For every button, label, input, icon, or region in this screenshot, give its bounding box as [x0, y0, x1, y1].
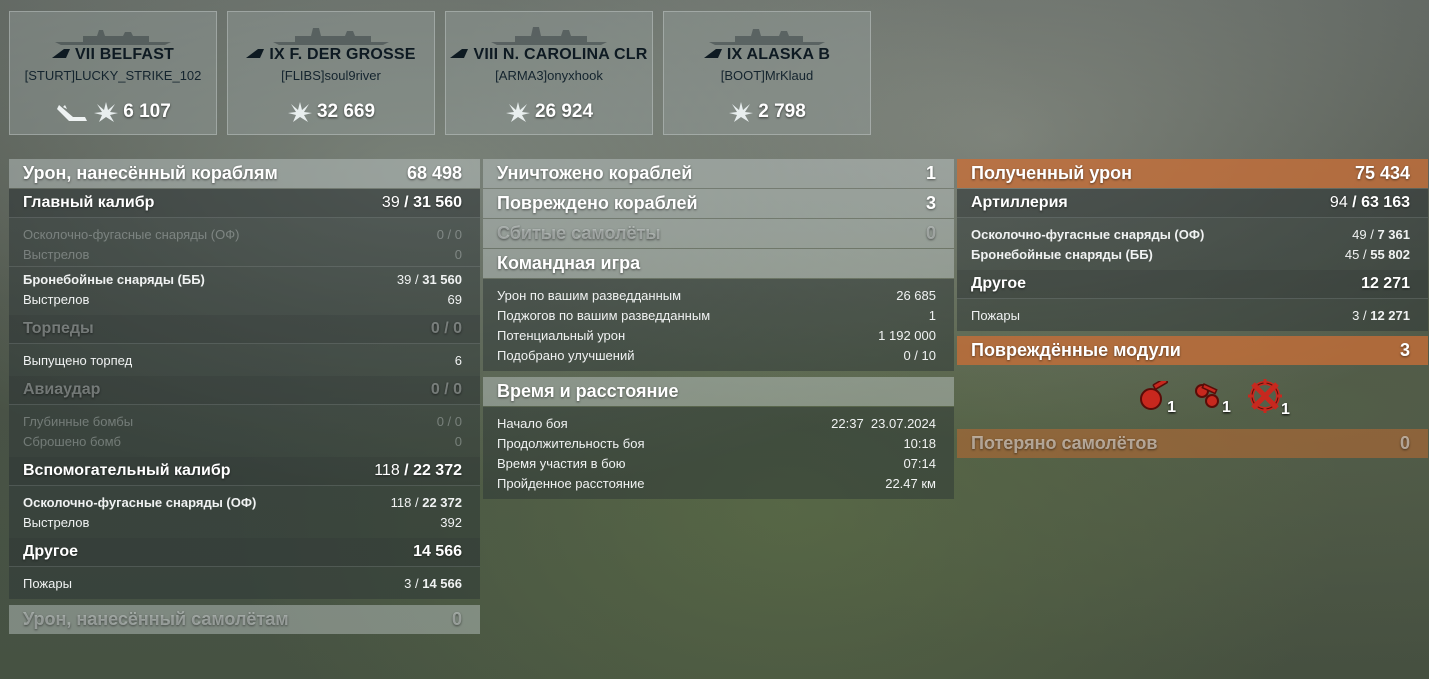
airstrike-details: Глубинные бомбы 0 / 0 Сброшено бомб 0: [9, 405, 480, 457]
torpedo-ribbon-icon: [57, 105, 88, 121]
damage-explosion-icon: [94, 102, 119, 122]
other-damage-row: Другое 14 566: [9, 538, 480, 567]
damage-value: 2 798: [758, 101, 806, 122]
received-other-details: Пожары 3 / 12 271: [957, 299, 1428, 331]
damage-received-panel: Полученный урон 75 434 Артиллерия 94 / 63…: [957, 159, 1428, 459]
ship-card[interactable]: IX F. DER GROSSE [FLIBS]soul9river 32 66…: [227, 11, 435, 135]
ap-shells-row: Бронебойные снаряды (ББ) 39 / 31 560: [23, 271, 462, 287]
damage-explosion-icon: [287, 102, 312, 122]
fires-row: Пожары 3 / 14 566: [23, 575, 462, 591]
cruiser-class-icon: [703, 49, 722, 58]
ship-name: VII BELFAST: [10, 46, 216, 64]
received-other-row: Другое 12 271: [957, 270, 1428, 299]
secondary-battery-row: Вспомогательный калибр 118 / 22 372: [9, 457, 480, 486]
received-fires-row: Пожары 3 / 12 271: [971, 307, 1410, 323]
damaged-modules-header: Повреждённые модули 3: [957, 336, 1428, 365]
participation-time-row: Время участия в бою 07:14: [497, 455, 936, 471]
player-name: [BOOT]MrKlaud: [720, 68, 814, 83]
steering-gear-module-icon: [1247, 379, 1282, 413]
other-details: Пожары 3 / 14 566: [9, 567, 480, 599]
ship-silhouette-icon: [709, 29, 825, 45]
torpedoes-row: Торпеды 0 / 0: [9, 315, 480, 344]
cruiser-class-icon: [51, 49, 70, 58]
ships-damaged-row: Повреждено кораблей 3: [483, 189, 954, 218]
secondary-he-row: Осколочно-фугасные снаряды (ОФ) 118 / 22…: [23, 494, 462, 510]
damaged-modules-list: 1 1 1: [957, 366, 1428, 426]
ships-destroyed-row: Уничтожено кораблей 1: [483, 159, 954, 188]
ship-name: VIII N. CAROLINA CLR: [446, 46, 652, 64]
turret-module-icon: [1140, 381, 1169, 410]
airstrike-row: Авиаудар 0 / 0: [9, 376, 480, 405]
battleship-class-icon: [246, 49, 265, 58]
ship-silhouette-icon: [55, 30, 171, 45]
ship-silhouette-icon: [273, 28, 389, 45]
battle-summary-panel: Уничтожено кораблей 1 Повреждено кораблей…: [483, 159, 954, 499]
module-item[interactable]: 1: [1190, 381, 1231, 416]
damage-dealt-panel: Урон, нанесённый кораблям 68 498 Главный…: [9, 159, 480, 635]
torpedoes-details: Выпущено торпед 6: [9, 344, 480, 376]
main-battery-row: Главный калибр 39 / 31 560: [9, 189, 480, 218]
ship-cards: VII BELFAST [STURT]LUCKY_STRIKE_102 6 10…: [9, 11, 871, 135]
player-name: [STURT]LUCKY_STRIKE_102: [24, 68, 202, 83]
bombs-dropped-row: Сброшено бомб 0: [23, 433, 462, 449]
team-play-header: Командная игра: [483, 249, 954, 278]
planes-shot-down-row: Сбитые самолёты 0: [483, 219, 954, 248]
depth-charges-row: Глубинные бомбы 0 / 0: [23, 413, 462, 429]
damage-value: 32 669: [316, 101, 376, 122]
module-item[interactable]: 1: [1135, 381, 1176, 416]
secondary-shots-row: Выстрелов 392: [23, 514, 462, 530]
planes-lost-header: Потеряно самолётов 0: [957, 429, 1428, 458]
damage-received-header: Полученный урон 75 434: [957, 159, 1428, 188]
ship-silhouette-icon: [491, 27, 607, 45]
battleship-class-icon: [450, 49, 469, 58]
player-name: [FLIBS]soul9river: [281, 68, 381, 83]
received-he-row: Осколочно-фугасные снаряды (ОФ) 49 / 7 3…: [971, 226, 1410, 242]
team-play-details: Урон по вашим разведданным 26 685 Поджого…: [483, 279, 954, 371]
he-shots-row: Выстрелов 0: [23, 246, 462, 262]
ship-name: IX F. DER GROSSE: [228, 46, 434, 64]
secondary-details: Осколочно-фугасные снаряды (ОФ) 118 / 22…: [9, 486, 480, 538]
upgrades-picked-row: Подобрано улучшений 0 / 10: [497, 347, 936, 363]
artillery-row: Артиллерия 94 / 63 163: [957, 189, 1428, 218]
ship-card[interactable]: IX ALASKA B [BOOT]MrKlaud 2 798: [663, 11, 871, 135]
ship-name: IX ALASKA B: [664, 46, 870, 64]
damage-explosion-icon: [729, 102, 754, 122]
potential-damage-row: Потенциальный урон 1 192 000: [497, 327, 936, 343]
ship-card[interactable]: VII BELFAST [STURT]LUCKY_STRIKE_102 6 10…: [9, 11, 217, 135]
damage-to-ships-header: Урон, нанесённый кораблям 68 498: [9, 159, 480, 188]
player-name: [ARMA3]onyxhook: [495, 68, 603, 83]
spotting-damage-row: Урон по вашим разведданным 26 685: [497, 287, 936, 303]
ap-shots-row: Выстрелов 69: [23, 291, 462, 307]
artillery-details: Осколочно-фугасные снаряды (ОФ) 49 / 7 3…: [957, 218, 1428, 270]
time-distance-header: Время и расстояние: [483, 377, 954, 406]
torpedoes-launched-row: Выпущено торпед 6: [23, 352, 462, 368]
module-item[interactable]: 1: [1245, 379, 1290, 418]
time-distance-details: Начало боя 22:37 23.07.2024 Продолжительн…: [483, 407, 954, 499]
main-battery-details: Осколочно-фугасные снаряды (ОФ) 0 / 0 Выс…: [9, 218, 480, 315]
damage-explosion-icon: [505, 102, 530, 122]
he-shells-row: Осколочно-фугасные снаряды (ОФ) 0 / 0: [23, 226, 462, 242]
damage-value: 6 107: [123, 101, 171, 122]
battle-start-row: Начало боя 22:37 23.07.2024: [497, 415, 936, 431]
ship-card[interactable]: VIII N. CAROLINA CLR [ARMA3]onyxhook 26 …: [445, 11, 653, 135]
battle-duration-row: Продолжительность боя 10:18: [497, 435, 936, 451]
received-ap-row: Бронебойные снаряды (ББ) 45 / 55 802: [971, 246, 1410, 262]
torpedo-tube-module-icon: [1195, 383, 1220, 408]
damage-value: 26 924: [534, 101, 594, 122]
distance-row: Пройденное расстояние 22.47 км: [497, 475, 936, 491]
spotting-fires-row: Поджогов по вашим разведданным 1: [497, 307, 936, 323]
damage-to-planes-header: Урон, нанесённый самолётам 0: [9, 605, 480, 634]
